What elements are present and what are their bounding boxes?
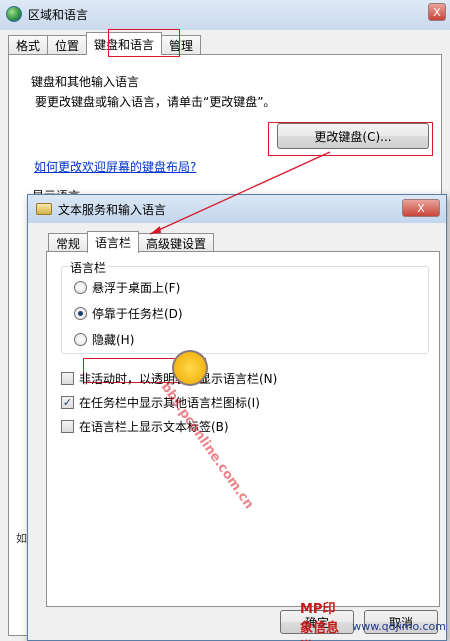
footer-brand: MP印象信息港	[300, 602, 340, 641]
footer-logo: MP印象信息港 www.qdjimo.com	[300, 602, 450, 641]
callout-arrow	[149, 151, 331, 235]
footer-url: www.qdjimo.com	[352, 620, 446, 633]
